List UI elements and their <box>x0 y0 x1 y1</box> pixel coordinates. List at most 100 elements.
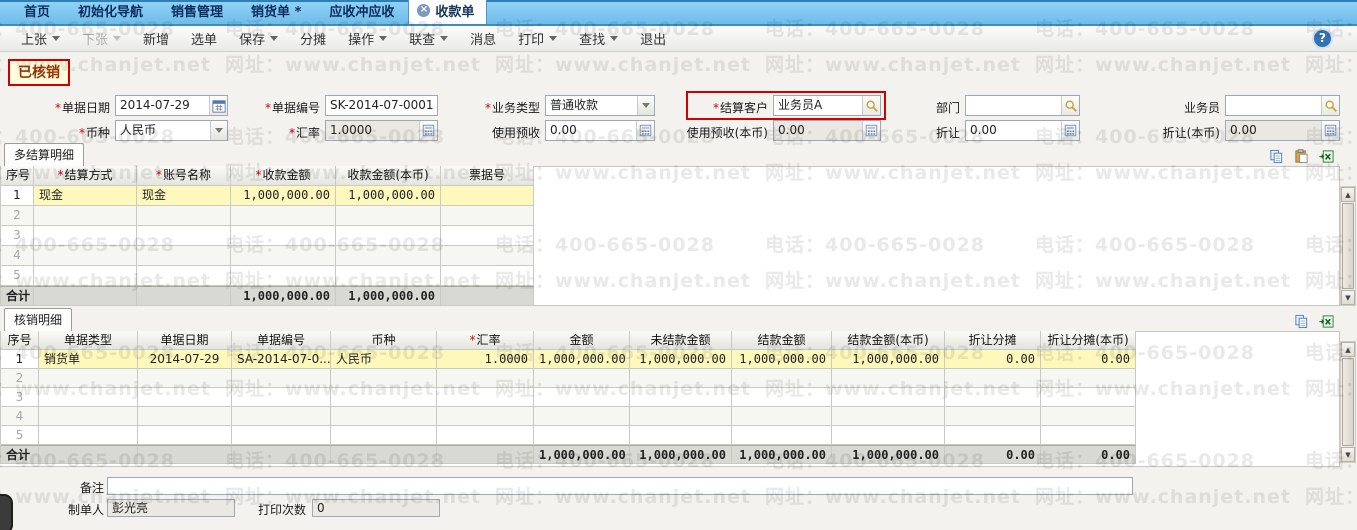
find-button[interactable]: 查找 <box>568 26 629 51</box>
table-cell[interactable] <box>832 388 945 406</box>
magnifier-icon[interactable] <box>1321 96 1339 115</box>
chevron-down-icon[interactable] <box>610 36 619 41</box>
table-cell[interactable]: 3 <box>1 226 34 245</box>
chevron-down-icon[interactable] <box>549 36 558 41</box>
table-cell[interactable] <box>945 369 1041 387</box>
table-cell[interactable] <box>232 369 331 387</box>
table-cell[interactable] <box>331 388 437 406</box>
table-cell[interactable] <box>137 206 231 225</box>
calculator-icon[interactable] <box>1061 121 1079 140</box>
table-cell[interactable] <box>732 388 832 406</box>
exit-button[interactable]: 退出 <box>629 26 677 51</box>
tab-init-nav[interactable]: 初始化导航 <box>64 0 157 24</box>
table-cell[interactable] <box>630 388 732 406</box>
prev-record-button[interactable]: 上张 <box>10 26 71 51</box>
table-cell[interactable]: 1,000,000.00 <box>832 350 945 368</box>
table-cell[interactable] <box>441 206 534 225</box>
select-bill-button[interactable]: 选单 <box>180 26 228 51</box>
table-cell[interactable] <box>732 426 832 444</box>
magnifier-icon[interactable] <box>862 96 880 115</box>
bill-no-input[interactable]: SK-2014-07-0001 <box>325 95 438 116</box>
table-cell[interactable]: 1,000,000.00 <box>630 350 732 368</box>
table-cell[interactable] <box>39 388 138 406</box>
calculator-icon[interactable] <box>1321 121 1339 140</box>
table-cell[interactable] <box>34 246 137 265</box>
calculator-icon[interactable] <box>862 121 880 140</box>
chevron-down-icon[interactable] <box>52 36 61 41</box>
table-cell[interactable] <box>138 369 232 387</box>
table-cell[interactable]: 4 <box>1 407 39 425</box>
table-cell[interactable] <box>137 266 231 285</box>
table-cell[interactable]: 4 <box>1 246 34 265</box>
table-cell[interactable] <box>331 407 437 425</box>
table-cell[interactable]: 现金 <box>137 186 231 205</box>
scroll-down-icon[interactable]: ▼ <box>1341 447 1355 462</box>
table-cell[interactable] <box>137 246 231 265</box>
scroll-down-icon[interactable]: ▼ <box>1341 290 1355 305</box>
writeoff-table-scrollbar[interactable]: ▲ ▼ <box>1340 341 1356 463</box>
calculator-icon[interactable] <box>419 121 437 140</box>
chevron-down-icon[interactable] <box>210 121 227 140</box>
linked-query-button[interactable]: 联查 <box>398 26 459 51</box>
table-cell[interactable] <box>232 426 331 444</box>
table-cell[interactable] <box>832 369 945 387</box>
table-cell[interactable] <box>336 206 441 225</box>
tab-ar-offset[interactable]: 应收冲应收 <box>315 0 408 24</box>
table-cell[interactable]: 1 <box>1 186 34 205</box>
tab-home[interactable]: 首页 <box>10 0 64 24</box>
table-cell[interactable]: 现金 <box>34 186 137 205</box>
table-cell[interactable] <box>1041 426 1136 444</box>
remark-input[interactable] <box>107 477 1133 495</box>
scroll-up-icon[interactable]: ▲ <box>1341 342 1355 357</box>
table-cell[interactable] <box>832 426 945 444</box>
new-button[interactable]: 新增 <box>132 26 180 51</box>
copy-icon[interactable] <box>1267 147 1285 165</box>
next-record-button[interactable]: 下张 <box>71 26 132 51</box>
chevron-down-icon[interactable] <box>440 36 449 41</box>
table-cell[interactable] <box>138 426 232 444</box>
table-cell[interactable] <box>39 426 138 444</box>
table-cell[interactable] <box>630 369 732 387</box>
table-cell[interactable] <box>534 369 630 387</box>
chevron-down-icon[interactable] <box>637 96 654 115</box>
scroll-up-icon[interactable]: ▲ <box>1341 187 1355 202</box>
scrollbar-thumb[interactable] <box>1342 358 1354 446</box>
table-cell[interactable]: SA-2014-07-0... <box>232 350 331 368</box>
save-button[interactable]: 保存 <box>228 26 289 51</box>
table-cell[interactable] <box>331 369 437 387</box>
table-cell[interactable]: 0.00 <box>945 350 1041 368</box>
table-cell[interactable] <box>441 246 534 265</box>
table-cell[interactable] <box>137 226 231 245</box>
tab-settlement-detail[interactable]: 多结算明细 <box>4 143 85 166</box>
tab-receipt-voucher[interactable]: × 收款单 <box>408 0 488 24</box>
table-cell[interactable]: 1,000,000.00 <box>336 186 441 205</box>
tab-writeoff-detail[interactable]: 核销明细 <box>4 308 73 331</box>
operation-button[interactable]: 操作 <box>337 26 398 51</box>
table-cell[interactable]: 1.0000 <box>437 350 534 368</box>
table-cell[interactable] <box>1041 369 1136 387</box>
table-cell[interactable] <box>437 407 534 425</box>
table-cell[interactable] <box>437 426 534 444</box>
table-cell[interactable]: 1 <box>1 350 39 368</box>
export-excel-icon[interactable] <box>1317 147 1335 165</box>
tab-sales-mgmt[interactable]: 销售管理 <box>157 0 237 24</box>
chevron-down-icon[interactable] <box>270 36 279 41</box>
table-cell[interactable] <box>630 426 732 444</box>
table-cell[interactable] <box>231 206 336 225</box>
allocate-button[interactable]: 分摊 <box>289 26 337 51</box>
table-cell[interactable] <box>231 226 336 245</box>
table-cell[interactable] <box>138 407 232 425</box>
table-cell[interactable] <box>138 388 232 406</box>
table-cell[interactable]: 销货单 <box>39 350 138 368</box>
settlement-table-scrollbar[interactable]: ▲ ▼ <box>1340 186 1356 306</box>
table-cell[interactable]: 1,000,000.00 <box>534 350 630 368</box>
table-cell[interactable] <box>336 246 441 265</box>
table-cell[interactable]: 2014-07-29 <box>138 350 232 368</box>
table-cell[interactable] <box>945 426 1041 444</box>
table-cell[interactable] <box>39 369 138 387</box>
table-cell[interactable]: 2 <box>1 206 34 225</box>
biz-type-select[interactable]: 普通收款 <box>545 95 655 116</box>
table-cell[interactable]: 2 <box>1 369 39 387</box>
help-icon[interactable]: ? <box>1314 30 1331 47</box>
scrollbar-thumb[interactable] <box>1342 203 1354 289</box>
